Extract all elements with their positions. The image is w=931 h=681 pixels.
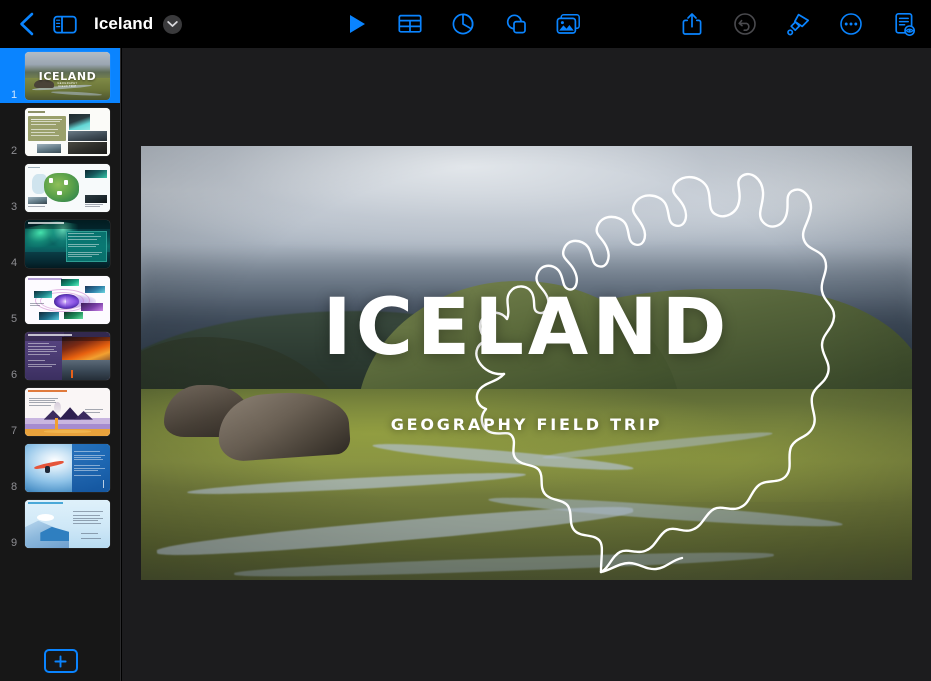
- insert-table-button[interactable]: [391, 5, 429, 43]
- slide-thumb-image: [25, 388, 110, 436]
- back-button[interactable]: [8, 5, 46, 43]
- slide-title-text[interactable]: ICELAND: [141, 289, 912, 367]
- media-photos-icon: [556, 13, 580, 34]
- slide-thumbnail-2[interactable]: 2: [0, 104, 120, 159]
- more-ellipsis-icon: [840, 13, 862, 35]
- more-button[interactable]: [832, 5, 870, 43]
- keynote-window: Iceland 1 ICELAND GEOGRAPHY FIELD TRIP 2…: [0, 0, 931, 681]
- slide-number: 1: [11, 89, 18, 101]
- document-title: Iceland: [94, 14, 154, 33]
- slide-thumbnail-5[interactable]: 5: [0, 272, 120, 327]
- slide-number: 3: [11, 201, 18, 213]
- slide-thumb-image: [25, 164, 110, 212]
- insert-chart-button[interactable]: [444, 5, 482, 43]
- share-icon: [682, 13, 702, 35]
- toolbar-left-group: Iceland: [0, 5, 183, 43]
- shape-icon: [506, 14, 526, 34]
- slide-thumb-image: ICELAND GEOGRAPHY FIELD TRIP: [25, 52, 110, 100]
- slide-thumb-image: [25, 276, 110, 324]
- slide-canvas[interactable]: ICELAND GEOGRAPHY FIELD TRIP: [122, 48, 931, 681]
- play-button[interactable]: [338, 5, 376, 43]
- insert-shape-button[interactable]: [497, 5, 535, 43]
- slide-number: 4: [11, 257, 18, 269]
- slide-number: 5: [11, 313, 18, 325]
- slide-subtitle-text[interactable]: GEOGRAPHY FIELD TRIP: [141, 415, 912, 434]
- toolbar: Iceland: [0, 0, 931, 48]
- slide-thumb-image: [25, 332, 110, 380]
- toolbar-actions-group: [673, 0, 923, 48]
- plus-icon: [54, 654, 67, 668]
- slide-thumb-image: [25, 108, 110, 156]
- chart-pie-icon: [452, 13, 474, 35]
- sidebar-panel-icon: [53, 15, 77, 33]
- slide-navigator[interactable]: 1 ICELAND GEOGRAPHY FIELD TRIP 2 3 4 5 6…: [0, 48, 121, 681]
- slide-thumbnail-7[interactable]: 7: [0, 384, 120, 439]
- slide-thumb-image: [25, 444, 110, 492]
- back-chevron-icon: [20, 12, 34, 36]
- add-slide-container: [0, 649, 120, 673]
- slide-list: 1 ICELAND GEOGRAPHY FIELD TRIP 2 3 4 5 6…: [0, 48, 120, 551]
- toolbar-insert-group: [338, 0, 588, 48]
- play-icon: [350, 15, 365, 33]
- slide-number: 2: [11, 145, 18, 157]
- slide-thumbnail-9[interactable]: 9: [0, 496, 120, 551]
- chevron-down-icon: [167, 21, 178, 27]
- format-button[interactable]: [779, 5, 817, 43]
- slide-thumb-image: [25, 500, 110, 548]
- add-slide-button[interactable]: [43, 649, 78, 673]
- current-slide[interactable]: ICELAND GEOGRAPHY FIELD TRIP: [141, 146, 912, 580]
- document-options-button[interactable]: [163, 14, 183, 34]
- slide-thumbnail-1[interactable]: 1 ICELAND GEOGRAPHY FIELD TRIP: [0, 48, 120, 103]
- share-button[interactable]: [673, 5, 711, 43]
- slide-thumbnail-3[interactable]: 3: [0, 160, 120, 215]
- undo-button[interactable]: [726, 5, 764, 43]
- slide-thumb-image: [25, 220, 110, 268]
- sidebar-toggle-button[interactable]: [46, 5, 84, 43]
- undo-icon: [734, 13, 756, 35]
- slide-thumbnail-4[interactable]: 4: [0, 216, 120, 271]
- document-view-icon: [895, 12, 915, 36]
- table-icon: [398, 14, 422, 33]
- slide-number: 8: [11, 481, 18, 493]
- slide-thumbnail-8[interactable]: 8: [0, 440, 120, 495]
- slide-number: 9: [11, 537, 18, 549]
- presenter-notes-button[interactable]: [885, 5, 923, 43]
- format-brush-icon: [786, 13, 809, 35]
- insert-media-button[interactable]: [550, 5, 588, 43]
- slide-thumbnail-6[interactable]: 6: [0, 328, 120, 383]
- slide-number: 7: [11, 425, 18, 437]
- slide-number: 6: [11, 369, 18, 381]
